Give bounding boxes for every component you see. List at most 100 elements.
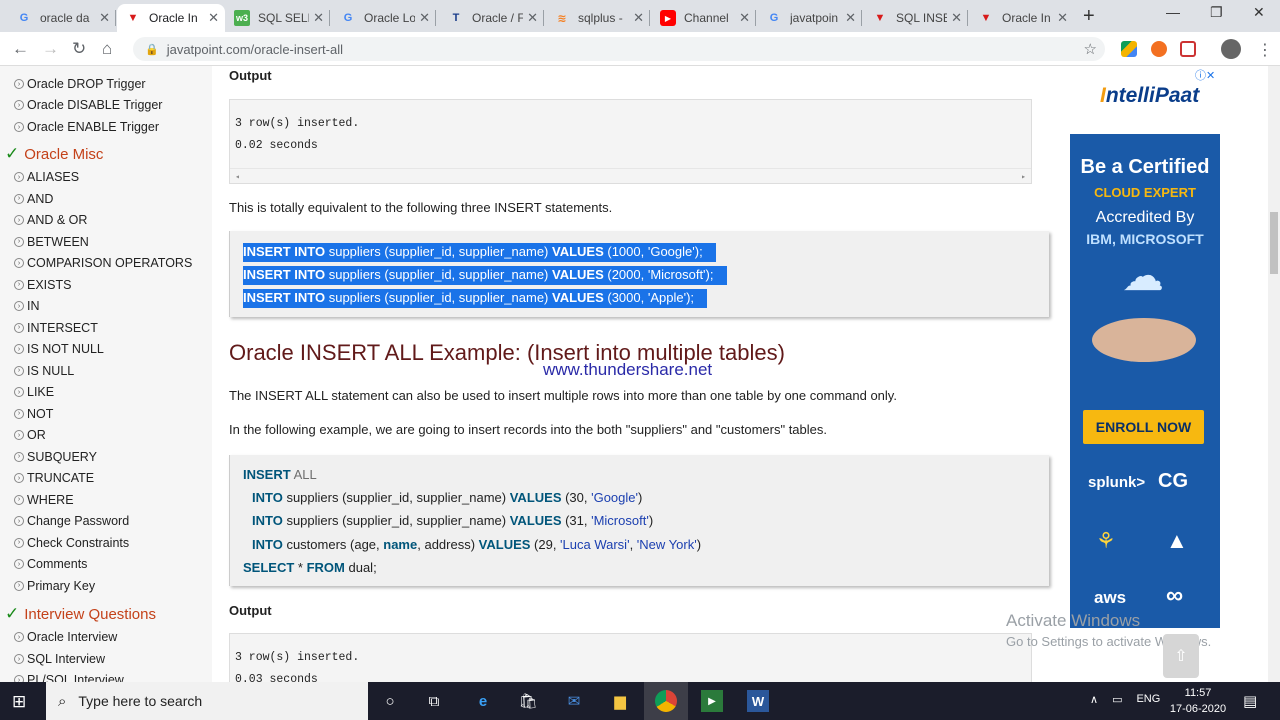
sidebar-item[interactable]: › Oracle Interview [14,630,117,644]
drive-extension-icon[interactable] [1121,41,1137,57]
sidebar-item[interactable]: › WHERE [14,493,74,507]
menu-dots-icon[interactable]: ⋮ [1257,40,1273,60]
sidebar-item[interactable]: › AND & OR [14,213,87,227]
sidebar-item[interactable]: › COMPARISON OPERATORS [14,256,192,270]
sidebar: › Oracle DROP Trigger › Oracle DISABLE Tri… [0,66,212,682]
sidebar-item[interactable]: › ALIASES [14,170,79,184]
battery-icon[interactable]: ▭ [1112,693,1122,706]
sidebar-item[interactable]: › BETWEEN [14,235,89,249]
code-line[interactable]: INSERT INTO suppliers (supplier_id, supp… [243,289,708,308]
cortana-icon[interactable]: ○ [379,690,401,712]
taskbar-search[interactable]: ⌕ Type here to search [46,682,368,720]
tab-8[interactable]: ▼ SQL INSE ✕ [864,4,968,32]
maximize-icon[interactable]: ❐ [1210,4,1223,21]
close-icon[interactable]: ✕ [845,10,856,26]
bullet-icon: › [14,675,24,682]
sidebar-item[interactable]: › PL/SQL Interview [14,673,124,682]
forward-icon[interactable]: → [42,39,59,59]
code-line[interactable]: INSERT INTO suppliers (supplier_id, supp… [243,266,727,285]
sidebar-item[interactable]: › IS NULL [14,364,74,378]
sidebar-item[interactable]: › EXISTS [14,278,71,292]
language-indicator[interactable]: ENG [1136,693,1160,706]
close-icon[interactable]: ✕ [313,10,324,26]
extension-icon[interactable] [1151,41,1167,57]
tab-6[interactable]: ▶ Channel ✕ [652,4,756,32]
sidebar-item[interactable]: › Oracle ENABLE Trigger [14,120,159,134]
sidebar-item[interactable]: › TRUNCATE [14,471,94,485]
intellipaat-ad[interactable]: IntelliPaat ⓘ✕ Be a Certified CLOUD EXPE… [1070,66,1220,628]
app-icon[interactable]: ▶ [701,690,723,712]
code-keyword: INSERT INTO [243,267,326,282]
tab-0[interactable]: G oracle da ✕ [8,4,116,32]
chevron-up-icon[interactable]: ∧ [1090,693,1098,706]
page-scrollbar[interactable] [1268,66,1280,682]
code-keyword: INSERT INTO [243,290,326,305]
sidebar-item[interactable]: › SQL Interview [14,652,105,666]
clock[interactable]: 11:57 17-06-2020 [1168,685,1228,717]
scrollbar-thumb[interactable] [1270,212,1278,274]
word-icon[interactable]: W [747,690,769,712]
notifications-icon[interactable]: ▤ [1243,692,1257,710]
chrome-icon[interactable] [655,690,677,712]
sidebar-item[interactable]: › Check Constraints [14,536,129,550]
task-view-icon[interactable]: ⧉ [423,690,445,712]
edge-icon[interactable]: e [472,690,494,712]
sidebar-item[interactable]: › AND [14,192,53,206]
code-text: ) [696,537,702,552]
back-icon[interactable]: ← [12,39,29,59]
reload-icon[interactable]: ↻ [72,39,86,59]
enroll-now-button[interactable]: ENROLL NOW [1083,410,1204,444]
tab-2[interactable]: w3 SQL SELE ✕ [226,4,330,32]
ad-close-icon[interactable]: ⓘ✕ [1195,67,1215,83]
scroll-left-icon[interactable]: ◂ [235,172,240,182]
sidebar-item[interactable]: › Oracle DISABLE Trigger [14,98,162,112]
scroll-right-icon[interactable]: ▸ [1021,172,1026,182]
close-icon[interactable]: ✕ [739,10,750,26]
tab-7[interactable]: G javatpoin ✕ [758,4,862,32]
sidebar-section-interview[interactable]: ✓ Interview Questions [5,604,156,624]
tab-1[interactable]: ▼ Oracle In ✕ [117,4,225,32]
scroll-to-top-button[interactable]: ⇧ [1163,634,1199,678]
sidebar-section-oracle-misc[interactable]: ✓ Oracle Misc [5,144,103,164]
sidebar-item[interactable]: › Oracle DROP Trigger [14,77,146,91]
close-icon[interactable]: ✕ [99,10,110,26]
horizontal-scrollbar[interactable]: ◂ ▸ [230,168,1031,183]
windows-start-icon[interactable]: ⊞ [12,692,26,712]
pocket-extension-icon[interactable] [1180,41,1196,57]
bookmark-star-icon[interactable]: ☆ [1084,40,1097,58]
close-icon[interactable]: ✕ [633,10,644,26]
sidebar-item[interactable]: › Primary Key [14,579,95,593]
sidebar-item[interactable]: › IS NOT NULL [14,342,104,356]
code-line[interactable]: INSERT INTO suppliers (supplier_id, supp… [243,243,716,262]
sidebar-item[interactable]: › Change Password [14,514,129,528]
profile-avatar[interactable] [1221,39,1241,59]
address-bar[interactable]: 🔒 javatpoint.com/oracle-insert-all ☆ [133,37,1105,61]
tab-5[interactable]: ≋ sqlplus - ✕ [546,4,650,32]
sidebar-item[interactable]: › IN [14,299,40,313]
code-text: suppliers (supplier_id, supplier_name) [325,267,552,282]
sidebar-item[interactable]: › INTERSECT [14,321,98,335]
file-explorer-icon[interactable]: ▆ [609,690,631,712]
sidebar-item[interactable]: › OR [14,428,46,442]
tab-4[interactable]: T Oracle / F ✕ [440,4,544,32]
sidebar-item[interactable]: › NOT [14,407,53,421]
mail-icon[interactable]: ✉ [563,690,585,712]
bullet-icon: › [14,100,24,110]
minimize-icon[interactable]: — [1166,4,1180,20]
bullet-icon: › [14,172,24,182]
close-icon[interactable]: ✕ [527,10,538,26]
close-icon[interactable]: ✕ [1057,10,1068,26]
store-icon[interactable]: 🛍 [517,690,539,712]
sidebar-item[interactable]: › LIKE [14,385,54,399]
close-icon[interactable]: ✕ [951,10,962,26]
close-icon[interactable]: ✕ [419,10,430,26]
new-tab-button[interactable]: + [1083,5,1095,28]
home-icon[interactable]: ⌂ [102,39,112,59]
sidebar-item-label: IS NOT NULL [27,342,104,356]
sidebar-item[interactable]: › Comments [14,557,87,571]
close-icon[interactable]: ✕ [208,10,219,26]
tab-9[interactable]: ▼ Oracle In ✕ [970,4,1074,32]
close-window-icon[interactable]: ✕ [1253,4,1265,21]
tab-3[interactable]: G Oracle Lo ✕ [332,4,436,32]
sidebar-item[interactable]: › SUBQUERY [14,450,97,464]
